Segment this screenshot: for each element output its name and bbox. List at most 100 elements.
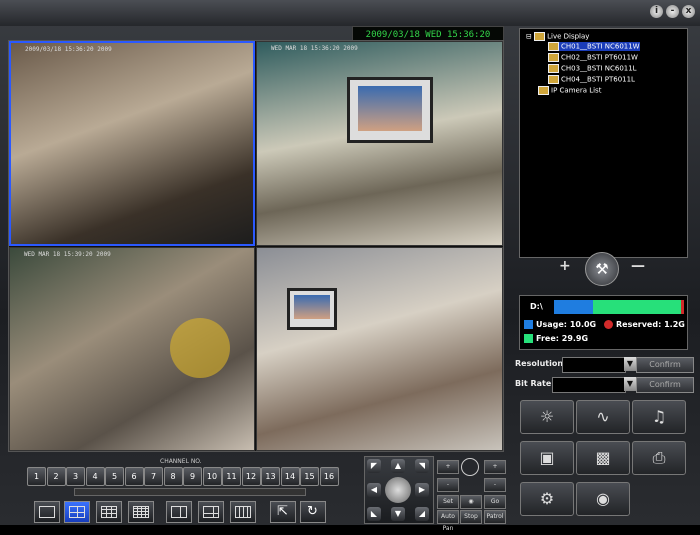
channel-button-9[interactable]: 9 — [183, 467, 202, 486]
close-button[interactable]: x — [682, 5, 695, 18]
timeline-slider[interactable] — [74, 488, 306, 496]
focus-far-button[interactable]: + — [484, 460, 506, 474]
printer-icon: ⎙ — [652, 448, 666, 467]
layout-1plus7-button[interactable] — [198, 501, 224, 523]
nine-view-icon — [101, 506, 117, 518]
preset-go-button[interactable]: Go — [484, 495, 506, 509]
ptz-up-button[interactable]: ▲ — [391, 459, 405, 473]
camera-view-1[interactable]: 2009/03/18 15:36:20 2009 — [9, 41, 255, 246]
resolution-select[interactable] — [562, 357, 626, 373]
channel-button-3[interactable]: 3 — [66, 467, 85, 486]
snapshot-button[interactable]: ▩ — [576, 441, 630, 475]
bitrate-select[interactable] — [552, 377, 626, 393]
camera-view-4[interactable] — [256, 247, 503, 451]
fullscreen-button[interactable]: ⇱ — [270, 501, 296, 523]
channel-button-16[interactable]: 16 — [319, 467, 339, 486]
bitrate-dropdown-arrow[interactable]: ▼ — [624, 377, 636, 391]
sixteen-view-icon — [133, 506, 149, 518]
camera-view-3[interactable]: WED MAR 18 15:39:20 2009 — [9, 247, 255, 451]
layout-3x3-button[interactable] — [96, 501, 122, 523]
preset-camera-icon[interactable]: ◉ — [460, 495, 482, 509]
usage-swatch — [524, 320, 533, 329]
channel-button-7[interactable]: 7 — [144, 467, 163, 486]
drive-label: D:\ — [530, 302, 543, 311]
layout-1x1-button[interactable] — [34, 501, 60, 523]
focus-icon — [461, 458, 479, 476]
speaker-button[interactable]: ♫ — [632, 400, 686, 434]
ptz-down-right-button[interactable]: ◢ — [415, 507, 429, 521]
tools-icon[interactable]: ⚒ — [585, 252, 619, 286]
tree-item-ch02[interactable]: CH02__BSTI PT6011W — [548, 53, 638, 62]
settings-button[interactable]: ⚙ — [520, 482, 574, 516]
channel-button-2[interactable]: 2 — [46, 467, 66, 486]
tree-item-ip-camera-list[interactable]: IP Camera List — [538, 86, 601, 95]
preset-set-button[interactable]: Set — [437, 495, 459, 509]
playback-button[interactable]: ◉ — [576, 482, 630, 516]
stop-button[interactable]: Stop — [460, 510, 482, 524]
tree-item-ch01[interactable]: CH01__BSTI NC6011W — [548, 42, 640, 51]
ptz-up-right-button[interactable]: ◥ — [415, 459, 429, 473]
focus-near-button[interactable]: - — [484, 478, 506, 492]
audio-monitor-button[interactable]: ∿ — [576, 400, 630, 434]
bitrate-label: Bit Rate — [515, 379, 552, 388]
collapse-icon[interactable]: ⊟ — [526, 33, 532, 41]
channel-button-4[interactable]: 4 — [85, 467, 105, 486]
channel-button-12[interactable]: 12 — [241, 467, 261, 486]
folder-icon — [534, 32, 546, 41]
device-tree: ⊟ Live Display CH01__BSTI NC6011W CH02__… — [519, 28, 688, 258]
layout-2x2-button[interactable] — [64, 501, 90, 523]
ptz-left-button[interactable]: ◀ — [367, 483, 381, 497]
channel-button-11[interactable]: 11 — [222, 467, 241, 486]
ptz-right-button[interactable]: ▶ — [415, 483, 429, 497]
waveform-icon: ∿ — [596, 407, 610, 426]
channel-button-5[interactable]: 5 — [105, 467, 124, 486]
record-button[interactable]: ▣ — [520, 441, 574, 475]
layout-1plus5-button[interactable] — [166, 501, 192, 523]
print-button[interactable]: ⎙ — [632, 441, 686, 475]
channel-button-8[interactable]: 8 — [163, 467, 183, 486]
resolution-dropdown-arrow[interactable]: ▼ — [624, 357, 636, 371]
zoom-out-button[interactable]: - — [437, 478, 459, 492]
camera-view-2[interactable]: WED MAR 18 15:36:20 2009 — [256, 41, 503, 246]
speaker-icon: ♫ — [651, 407, 667, 426]
camera-timestamp: 2009/03/18 15:36:20 2009 — [25, 46, 112, 53]
reserved-stat: Reserved: 1.2G — [604, 320, 685, 329]
minimize-button[interactable]: - — [666, 5, 679, 18]
channel-button-13[interactable]: 13 — [261, 467, 280, 486]
layout-1plus12-button[interactable] — [230, 501, 256, 523]
ptz-up-left-button[interactable]: ◤ — [367, 459, 381, 473]
info-icon[interactable]: i — [650, 5, 663, 18]
disk-usage-panel: D:\ Usage: 10.0G Reserved: 1.2G Free: 29… — [519, 295, 688, 350]
playback-disc-icon: ◉ — [596, 489, 610, 508]
layout-13-icon — [235, 506, 251, 518]
camera-icon — [548, 64, 559, 73]
ptz-down-button[interactable]: ▼ — [391, 507, 405, 521]
channel-button-15[interactable]: 15 — [300, 467, 319, 486]
reserved-swatch — [604, 320, 613, 329]
tree-item-live-display[interactable]: ⊟ Live Display — [526, 32, 589, 41]
bitrate-confirm-button[interactable]: Confirm — [636, 377, 694, 393]
title-bar — [0, 0, 700, 26]
channel-button-6[interactable]: 6 — [124, 467, 144, 486]
layout-8-icon — [203, 506, 219, 518]
camera-icon: ▩ — [595, 448, 611, 467]
tree-item-ch03[interactable]: CH03__BSTI NC6011L — [548, 64, 637, 73]
channel-button-14[interactable]: 14 — [280, 467, 300, 486]
zoom-in-button[interactable]: + — [437, 460, 459, 474]
tree-toolbar: + ⚒ — — [519, 252, 686, 286]
resolution-confirm-button[interactable]: Confirm — [636, 357, 694, 373]
microphone-button[interactable]: ☼ — [520, 400, 574, 434]
cycle-view-button[interactable]: ↻ — [300, 501, 326, 523]
patrol-button[interactable]: Patrol — [484, 510, 506, 524]
channel-button-1[interactable]: 1 — [27, 467, 46, 486]
auto-pan-button[interactable]: Auto Pan — [437, 510, 459, 532]
ptz-down-left-button[interactable]: ◣ — [367, 507, 381, 521]
microphone-icon: ☼ — [539, 407, 555, 426]
layout-4x4-button[interactable] — [128, 501, 154, 523]
remove-button[interactable]: — — [631, 258, 645, 274]
free-swatch — [524, 334, 533, 343]
channel-button-10[interactable]: 10 — [202, 467, 222, 486]
add-button[interactable]: + — [559, 258, 571, 274]
tree-item-ch04[interactable]: CH04__BSTI PT6011L — [548, 75, 635, 84]
ptz-home-button[interactable] — [385, 477, 411, 503]
